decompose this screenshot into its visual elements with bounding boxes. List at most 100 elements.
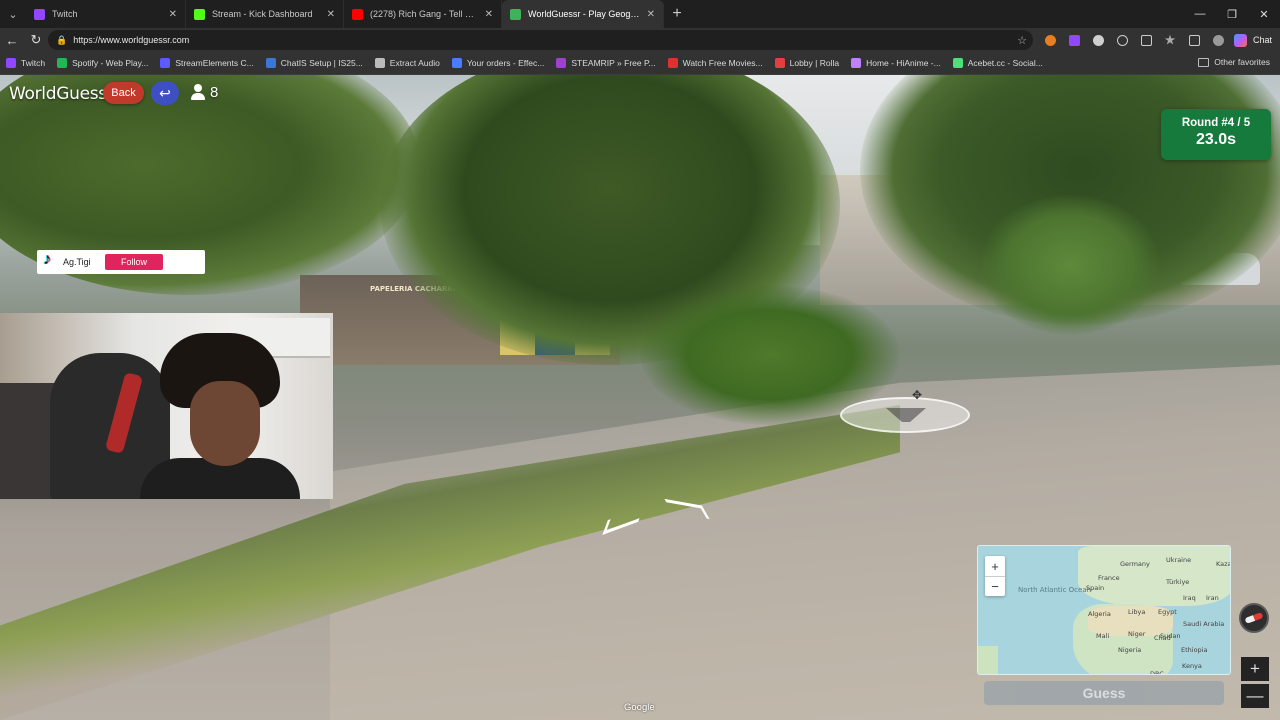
map-land <box>978 646 998 674</box>
map-country-label: Spain <box>1086 584 1105 592</box>
worldguessr-logo[interactable]: WorldGuessr <box>9 84 114 104</box>
map-country-label: France <box>1098 574 1120 582</box>
map-country-label: Sudan <box>1160 632 1181 640</box>
refresh-icon[interactable]: ↻ <box>24 28 48 52</box>
bookmark-label: Acebet.cc - Social... <box>967 58 1043 68</box>
tab-strip: ⌄ Twitch ✕ Stream - Kick Dashboard ✕ (2278) … <box>0 0 1280 28</box>
address-bar[interactable]: 🔒 https://www.worldguessr.com ☆ <box>48 30 1033 50</box>
street-view-zoom-out-button[interactable]: — <box>1241 684 1269 708</box>
window-controls: — ❐ ✕ <box>1184 0 1280 28</box>
follow-button[interactable]: Follow <box>105 254 163 270</box>
street-view-zoom-in-button[interactable]: + <box>1241 657 1269 681</box>
favorite-star-icon[interactable]: ☆ <box>1017 34 1027 47</box>
guess-button[interactable]: Guess <box>984 681 1224 705</box>
bookmark-favicon-icon <box>265 58 276 68</box>
move-target-ring[interactable] <box>840 397 970 433</box>
return-to-start-button[interactable]: ↩ <box>151 81 179 105</box>
browser-tab[interactable]: (2278) Rich Gang - Tell Em ft. Youn ✕ <box>344 0 502 28</box>
favorites-icon[interactable] <box>1158 28 1182 52</box>
minimize-icon[interactable]: — <box>1184 0 1216 28</box>
bookmark-item[interactable]: ChatIS Setup | IS25... <box>265 58 363 68</box>
bookmark-item[interactable]: Acebet.cc - Social... <box>952 58 1043 68</box>
webcam-person <box>140 333 300 499</box>
tab-favicon-icon <box>194 8 205 20</box>
bookmark-item[interactable]: Home - HiAnime -... <box>851 58 941 68</box>
close-tab-icon[interactable]: ✕ <box>327 9 335 20</box>
map-country-label: Mali <box>1096 632 1110 640</box>
close-tab-icon[interactable]: ✕ <box>169 9 177 20</box>
extension-icon[interactable] <box>1038 28 1062 52</box>
minimap-zoom-controls: + − <box>985 556 1005 596</box>
compass-icon[interactable] <box>1239 603 1269 633</box>
bookmark-item[interactable]: Spotify - Web Play... <box>57 58 148 68</box>
bookmark-favicon-icon <box>6 58 16 68</box>
user-icon <box>190 83 206 101</box>
guess-minimap[interactable]: North Atlantic Ocean Germany Ukraine Kazak… <box>977 545 1231 675</box>
game-page[interactable]: PAPELERIA CACHARRERIA ✥ WorldGuessr Back… <box>0 75 1280 720</box>
bookmark-item[interactable]: Your orders - Effec... <box>451 58 544 68</box>
browser-window: ⌄ Twitch ✕ Stream - Kick Dashboard ✕ (2278) … <box>0 0 1280 720</box>
map-country-label: Nigeria <box>1118 646 1142 654</box>
map-country-label: Ethiopia <box>1181 646 1208 654</box>
bookmark-label: ChatIS Setup | IS25... <box>280 58 363 68</box>
map-country-label: Egypt <box>1158 608 1177 616</box>
bookmark-label: Home - HiAnime -... <box>866 58 941 68</box>
tiktok-icon <box>43 251 57 270</box>
player-count-value: 8 <box>210 83 219 101</box>
tab-favicon-icon <box>510 8 521 20</box>
map-country-label: Saudi Arabia <box>1183 620 1225 628</box>
minimap-zoom-in-button[interactable]: + <box>985 556 1005 576</box>
copilot-chat-button[interactable]: Chat <box>1233 32 1272 48</box>
map-country-label: Algeria <box>1088 610 1111 618</box>
back-arrow-icon[interactable]: ← <box>0 28 24 52</box>
restore-icon[interactable]: ❐ <box>1216 0 1248 28</box>
move-cursor-icon: ✥ <box>912 388 923 402</box>
other-favorites-label: Other favorites <box>1214 57 1270 67</box>
webcam-overlay <box>0 313 333 499</box>
other-favorites[interactable]: Other favorites <box>1198 57 1270 67</box>
browser-tab[interactable]: WorldGuessr - Play Geoguessr for ✕ <box>502 0 664 28</box>
close-tab-icon[interactable]: ✕ <box>485 9 493 20</box>
bookmark-item[interactable]: Twitch <box>6 58 45 68</box>
back-button[interactable]: Back <box>103 82 144 104</box>
browser-tab[interactable]: Twitch ✕ <box>26 0 186 28</box>
bookmark-item[interactable]: Lobby | Rolla <box>774 58 839 68</box>
map-country-label: Iraq <box>1183 594 1196 602</box>
minimap-zoom-out-button[interactable]: − <box>985 576 1005 596</box>
extension-icon[interactable] <box>1086 28 1110 52</box>
bookmark-favicon-icon <box>851 58 862 68</box>
map-country-label: Libya <box>1128 608 1146 616</box>
close-tab-icon[interactable]: ✕ <box>647 9 655 20</box>
bookmark-favicon-icon <box>667 58 678 68</box>
chat-label: Chat <box>1252 35 1272 45</box>
browser-tab[interactable]: Stream - Kick Dashboard ✕ <box>186 0 344 28</box>
google-attribution: Google <box>624 702 655 713</box>
close-window-icon[interactable]: ✕ <box>1248 0 1280 28</box>
bookmark-label: Twitch <box>21 58 46 68</box>
tab-title: Stream - Kick Dashboard <box>212 9 313 19</box>
twitch-extension-icon[interactable] <box>1062 28 1086 52</box>
bookmark-item[interactable]: STEAMRIP » Free P... <box>556 58 656 68</box>
bookmark-item[interactable]: Extract Audio <box>374 58 440 68</box>
bookmark-favicon-icon <box>556 58 567 68</box>
url-text: https://www.worldguessr.com <box>73 35 190 45</box>
tab-favicon-icon <box>352 8 363 20</box>
player-count: 8 <box>190 83 218 101</box>
profile-avatar[interactable] <box>1206 28 1230 52</box>
person-face <box>190 381 260 466</box>
extension-icon[interactable] <box>1110 28 1134 52</box>
bookmark-favicon-icon <box>952 58 963 68</box>
extensions-area: ⋯ <box>1038 28 1254 52</box>
tab-favicon-icon <box>34 8 45 20</box>
bookmark-item[interactable]: StreamElements C... <box>160 58 254 68</box>
navigation-bar: ← ↻ 🔒 https://www.worldguessr.com ☆ ⋯ Ch… <box>0 28 1280 52</box>
map-country-label: DRC <box>1150 670 1164 675</box>
bookmark-label: Extract Audio <box>389 58 440 68</box>
bookmark-item[interactable]: Watch Free Movies... <box>667 58 763 68</box>
collections-icon[interactable] <box>1182 28 1206 52</box>
split-screen-icon[interactable] <box>1134 28 1158 52</box>
new-tab-button[interactable]: + <box>664 0 690 28</box>
bookmark-favicon-icon <box>160 58 171 68</box>
map-country-label: Kenya <box>1182 662 1202 670</box>
tab-actions-icon[interactable]: ⌄ <box>0 0 26 28</box>
